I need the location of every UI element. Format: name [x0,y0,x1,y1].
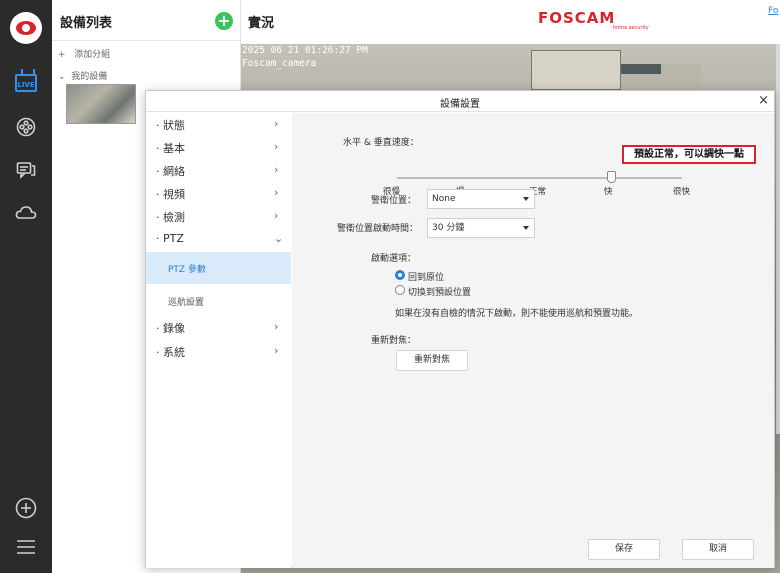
nav-item-status[interactable]: · 狀態 › [146,114,291,136]
refocus-button[interactable]: 重新對焦 [396,350,468,371]
nav-item-label: · 視頻 [156,188,185,201]
divider [52,40,240,41]
slider-thumb[interactable] [607,171,616,183]
radio-return-home-label[interactable]: 回到原位 [408,270,444,283]
add-group-link[interactable]: + 添加分組 [58,47,110,60]
preset-position-select[interactable]: None [427,189,535,209]
chevron-right-icon: › [274,186,279,199]
boot-options-label: 啟動選項： [371,254,417,264]
nav-item-system[interactable]: · 系統 › [146,341,291,363]
menu-icon[interactable] [15,536,37,558]
boot-note: 如果在沒有自檢的情況下啟動，則不能使用巡航和預置功能。 [395,309,639,319]
chevron-right-icon: › [274,163,279,176]
brand-tagline: home security [613,25,649,31]
nav-item-label: · 基本 [156,142,185,155]
device-settings-dialog: 設備設置 × · 狀態 › · 基本 › · 網絡 › · 視頻 › · 檢測 › · P… [145,90,775,568]
device-list-title: 設備列表 [60,16,113,31]
page-title: 實況 [248,16,275,31]
cloud-icon[interactable] [15,202,37,224]
chevron-down-icon: ⌄ [274,232,284,245]
device-thumbnail[interactable] [66,84,136,124]
slider-track[interactable] [397,177,682,179]
chevron-right-icon: › [274,209,279,222]
nav-item-label: · 狀態 [156,119,185,132]
nav-item-video[interactable]: · 視頻 › [146,183,291,205]
dialog-title: 設備設置 [440,99,480,110]
dialog-header: 設備設置 × [146,91,774,112]
nav-item-record[interactable]: · 錄像 › [146,317,291,339]
caret-down-icon [523,197,529,201]
playback-reel-icon[interactable] [15,116,37,138]
nav-subitem-ptz-params[interactable]: PTZ 參數 [146,252,291,284]
chevron-right-icon: › [274,320,279,333]
settings-content: 水平 & 垂直速度： 預設正常，可以調快一點 很慢 慢 正常 快 很快 警衛位置… [292,113,774,568]
preset-time-label: 警衛位置啟動時間： [337,224,419,234]
live-view-icon[interactable]: LIVE [15,74,37,92]
select-value: None [432,194,456,204]
chevron-right-icon: › [274,344,279,357]
my-devices-group[interactable]: ⌄ 我的設備 [58,69,107,82]
feed-awning [621,64,661,74]
app-window: LIVE 設備列表 + + 添加分組 ⌄ 我的設備 實況 FOSCAM home… [0,0,780,573]
close-icon[interactable]: × [758,93,769,108]
chevron-down-icon: ⌄ [58,72,66,82]
radio-return-home[interactable] [395,270,405,280]
feed-scrollbar[interactable] [776,44,780,434]
main-header: 實況 FOSCAM home security Fo [241,0,780,44]
select-value: 30 分鐘 [432,223,465,233]
refocus-label: 重新對焦： [371,336,417,346]
add-device-button[interactable]: + [215,12,233,30]
nav-item-detection[interactable]: · 檢測 › [146,206,291,228]
nav-item-label: · 錄像 [156,322,185,335]
nav-subitem-cruise[interactable]: 巡航設置 [146,285,291,317]
settings-nav: · 狀態 › · 基本 › · 網絡 › · 視頻 › · 檢測 › · PTZ ⌄ PTZ… [146,113,291,568]
add-circle-icon[interactable] [15,497,37,519]
save-button[interactable]: 保存 [588,539,660,560]
add-group-label: 添加分組 [74,50,111,60]
nav-item-network[interactable]: · 網絡 › [146,160,291,182]
nav-item-label: · 檢測 [156,211,185,224]
nav-subitem-label: 巡航設置 [168,298,205,308]
annotation-callout: 預設正常，可以調快一點 [622,145,756,164]
preset-time-select[interactable]: 30 分鐘 [427,218,535,238]
cancel-button[interactable]: 取消 [682,539,754,560]
brand-logo: FOSCAM [538,9,616,27]
my-devices-label: 我的設備 [71,72,108,82]
caret-down-icon [523,226,529,230]
nav-item-label: · PTZ [156,232,184,245]
nav-subitem-label: PTZ 參數 [168,265,206,275]
nav-item-label: · 系統 [156,346,185,359]
speed-tick-label: 快 [604,187,613,197]
chevron-right-icon: › [274,117,279,130]
nav-item-basic[interactable]: · 基本 › [146,137,291,159]
radio-go-preset[interactable] [395,285,405,295]
app-logo-icon [10,12,42,44]
feed-overlay: 2025 06 21 01:26:27 PM Foscam_camera [241,44,368,70]
preset-position-label: 警衛位置： [371,196,417,206]
chevron-right-icon: › [274,140,279,153]
messages-icon[interactable] [15,159,37,181]
speed-label: 水平 & 垂直速度： [343,138,419,148]
radio-go-preset-label[interactable]: 切換到預設位置 [408,285,471,298]
plus-icon: + [58,50,66,60]
nav-item-label: · 網絡 [156,165,185,178]
feed-building [531,50,621,90]
feed-timestamp: 2025 06 21 01:26:27 PM [242,45,368,56]
nav-item-ptz[interactable]: · PTZ ⌄ [146,229,291,251]
feed-camera-name: Foscam_camera [242,58,317,69]
corner-link[interactable]: Fo [768,6,778,16]
speed-tick-label: 很快 [673,187,691,197]
left-rail: LIVE [0,0,52,573]
